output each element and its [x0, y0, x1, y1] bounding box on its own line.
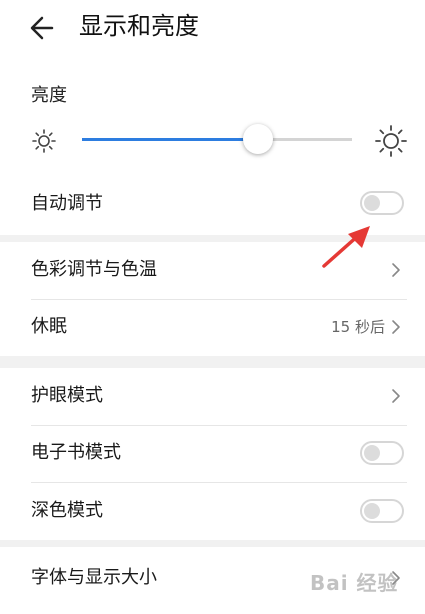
sleep-label: 休眠 — [31, 316, 67, 337]
brightness-slider-fill — [82, 138, 258, 141]
ebook-mode-toggle[interactable] — [360, 441, 404, 465]
annotation-arrow-icon — [322, 226, 370, 268]
dark-mode-row: 深色模式 — [0, 482, 425, 540]
auto-adjust-label: 自动调节 — [31, 193, 103, 214]
toggle-knob — [364, 503, 380, 519]
auto-adjust-toggle[interactable] — [360, 191, 404, 215]
sleep-row[interactable]: 休眠 15 秒后 — [0, 299, 425, 356]
toggle-knob — [364, 195, 380, 211]
eye-comfort-row[interactable]: 护眼模式 — [0, 368, 425, 425]
ebook-mode-row: 电子书模式 — [0, 425, 425, 482]
app-header: 显示和亮度 — [0, 0, 425, 72]
color-temperature-label: 色彩调节与色温 — [31, 259, 157, 280]
watermark: Bai 经验 — [310, 571, 399, 595]
toggle-knob — [364, 445, 380, 461]
brightness-slider[interactable] — [82, 124, 352, 154]
ebook-mode-label: 电子书模式 — [31, 442, 121, 463]
sleep-value: 15 秒后 — [331, 318, 385, 336]
modes-section: 护眼模式 电子书模式 深色模式 — [0, 368, 425, 540]
brightness-section: 亮度 自动调节 — [0, 72, 425, 235]
chevron-right-icon — [392, 389, 400, 403]
sun-small-icon — [32, 129, 56, 153]
brightness-slider-thumb[interactable] — [242, 124, 273, 154]
dark-mode-label: 深色模式 — [31, 500, 103, 521]
font-size-label: 字体与显示大小 — [31, 567, 157, 588]
page-title: 显示和亮度 — [79, 12, 199, 40]
auto-adjust-row: 自动调节 — [0, 178, 425, 228]
chevron-right-icon — [392, 263, 400, 277]
chevron-right-icon — [392, 320, 400, 334]
eye-comfort-label: 护眼模式 — [31, 385, 103, 406]
sun-large-icon — [375, 125, 407, 157]
back-button[interactable] — [28, 10, 64, 46]
brightness-label: 亮度 — [31, 85, 67, 106]
back-arrow-icon — [30, 16, 54, 40]
dark-mode-toggle[interactable] — [360, 499, 404, 523]
